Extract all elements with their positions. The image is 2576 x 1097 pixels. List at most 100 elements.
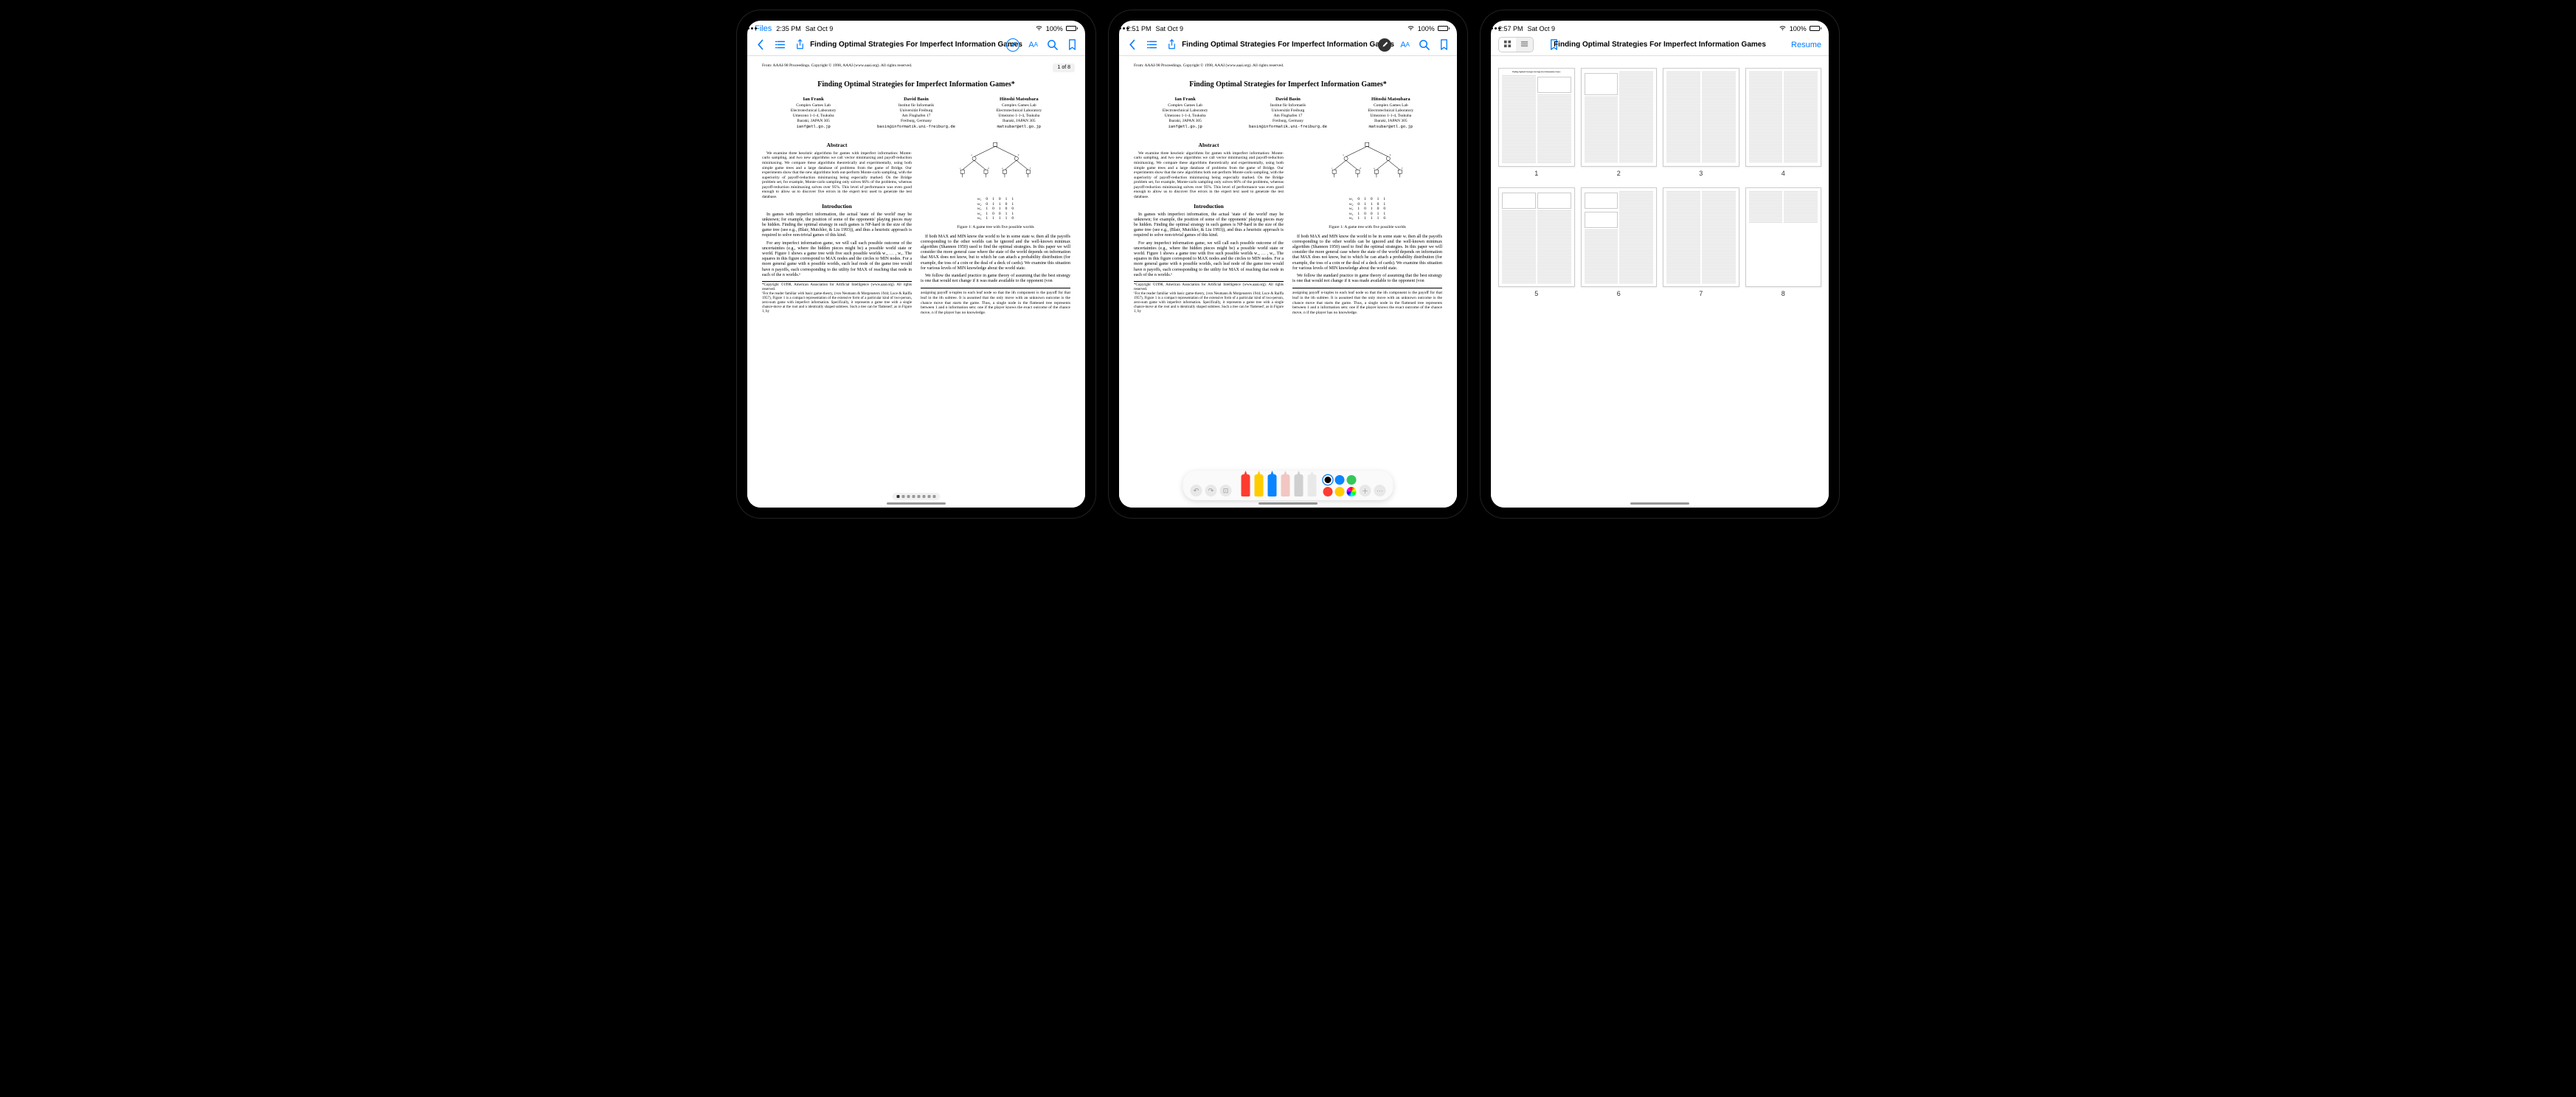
view-mode-segment[interactable] — [1498, 37, 1534, 52]
svg-text:c: c — [960, 167, 961, 170]
grid-view-option[interactable] — [1499, 38, 1516, 52]
battery-pct: 100% — [1418, 25, 1435, 32]
highlighter-tool[interactable] — [1255, 474, 1264, 496]
svg-text:c: c — [1332, 167, 1333, 170]
page-thumbnail[interactable]: 4 — [1745, 68, 1822, 177]
home-indicator[interactable] — [887, 502, 946, 505]
color-yellow[interactable] — [1335, 487, 1345, 496]
color-picker[interactable] — [1347, 487, 1357, 496]
screen: Files 2:35 PM Sat Oct 9 100% Finding Opt… — [747, 21, 1085, 508]
resume-button[interactable]: Resume — [1791, 41, 1821, 49]
page-thumbnail[interactable]: 3 — [1663, 68, 1739, 177]
undo-button[interactable]: ↶ — [1191, 485, 1202, 496]
page-thumbnail[interactable]: 2 — [1581, 68, 1658, 177]
thumbnails-viewport[interactable]: Finding Optimal Strategies for Imperfect… — [1491, 56, 1829, 508]
toc-icon[interactable] — [1146, 39, 1157, 50]
svg-text:a: a — [1343, 153, 1344, 156]
status-time: 2:51 PM — [1126, 25, 1152, 32]
thumbnail-grid: Finding Optimal Strategies for Imperfect… — [1491, 56, 1829, 508]
page-thumbnail-scrubber[interactable] — [893, 493, 941, 500]
pdf-page: From: AAAI-98 Proceedings. Copyright © 1… — [1119, 56, 1457, 508]
markup-icon[interactable] — [1006, 38, 1019, 52]
status-bar: 2:57 PM Sat Oct 9 100% — [1491, 21, 1829, 34]
author-block: David Basin Institut für InformatikUnive… — [865, 97, 967, 130]
page-number: 1 — [1534, 170, 1538, 177]
add-annotation-button[interactable]: ＋ — [1360, 485, 1371, 496]
page-thumbnail[interactable]: Finding Optimal Strategies for Imperfect… — [1498, 68, 1575, 177]
back-button[interactable] — [755, 39, 766, 50]
page-number: 7 — [1699, 290, 1703, 297]
lasso-tool[interactable] — [1295, 474, 1303, 496]
battery-icon — [1810, 26, 1821, 31]
home-indicator[interactable] — [1258, 502, 1318, 505]
document-viewport[interactable]: From: AAAI-98 Proceedings. Copyright © 1… — [1119, 56, 1457, 508]
search-icon[interactable] — [1047, 39, 1058, 50]
color-palette — [1323, 475, 1357, 496]
color-red[interactable] — [1323, 487, 1333, 496]
ipad-device-3: 2:57 PM Sat Oct 9 100% Finding Optimal S… — [1481, 10, 1839, 518]
page-number: 2 — [1617, 170, 1621, 177]
textsize-icon[interactable]: AA — [1400, 41, 1410, 49]
paper-left-column: Abstract We examine three heuristic algo… — [762, 139, 912, 318]
ipad-device-2: 2:51 PM Sat Oct 9 100% Finding Optimal S… — [1109, 10, 1467, 518]
svg-text:a: a — [971, 153, 972, 156]
page-thumbnail[interactable]: 8 — [1745, 187, 1822, 297]
svg-text:b: b — [1390, 153, 1391, 156]
toolbar: Finding Optimal Strategies For Imperfect… — [747, 34, 1085, 56]
author-block: Ian Frank Complex Games LabElectrotechni… — [762, 97, 865, 130]
bookmark-icon[interactable] — [1067, 39, 1078, 50]
markup-toolbar: ↶ ↷ ⊡ ＋ ⋯ — [1183, 471, 1393, 500]
list-view-option[interactable] — [1516, 38, 1533, 52]
page-number: 5 — [1534, 290, 1538, 297]
page-thumbnail[interactable]: 6 — [1581, 187, 1658, 297]
share-icon[interactable] — [1166, 39, 1177, 50]
toolbar: Finding Optimal Strategies For Imperfect… — [1119, 34, 1457, 56]
page-indicator: 1 of 8 — [1053, 63, 1075, 72]
figure-1: a b c d e f — [921, 142, 1070, 230]
author-block: Hitoshi Matsubara Complex Games LabElect… — [968, 97, 1070, 130]
back-button[interactable] — [1126, 39, 1138, 50]
search-icon[interactable] — [1419, 39, 1430, 50]
eraser-tool[interactable] — [1281, 474, 1290, 496]
status-bar: 2:51 PM Sat Oct 9 100% — [1119, 21, 1457, 34]
payoff-matrix: w₁01011w₂01101w₃10100w₄10011w₅11110 — [975, 197, 1016, 221]
ruler-tool[interactable] — [1308, 474, 1317, 496]
battery-pct: 100% — [1790, 25, 1807, 32]
object-select-button[interactable]: ⊡ — [1220, 485, 1232, 496]
page-thumbnail[interactable]: 7 — [1663, 187, 1739, 297]
proceedings-line: From: AAAI-98 Proceedings. Copyright © 1… — [762, 63, 1070, 69]
share-icon[interactable] — [794, 39, 806, 50]
battery-icon — [1066, 26, 1078, 31]
markup-icon-active[interactable] — [1378, 38, 1391, 52]
back-app-label[interactable]: Files — [755, 24, 772, 33]
wifi-icon — [1779, 25, 1787, 32]
wifi-icon — [1407, 25, 1415, 32]
color-black[interactable] — [1323, 475, 1333, 485]
home-indicator[interactable] — [1630, 502, 1689, 505]
bookmark-icon[interactable] — [1548, 39, 1559, 50]
status-bar: Files 2:35 PM Sat Oct 9 100% — [747, 21, 1085, 34]
svg-text:f: f — [1402, 167, 1404, 170]
redo-button[interactable]: ↷ — [1205, 485, 1217, 496]
page-number: 8 — [1782, 290, 1785, 297]
page-number: 3 — [1699, 170, 1703, 177]
pencil-tool[interactable] — [1268, 474, 1277, 496]
svg-text:e: e — [1002, 167, 1003, 170]
pen-tool[interactable] — [1242, 474, 1250, 496]
page-thumbnail[interactable]: 5 — [1498, 187, 1575, 297]
more-button[interactable]: ⋯ — [1374, 485, 1386, 496]
document-viewport[interactable]: 1 of 8 From: AAAI-98 Proceedings. Copyri… — [747, 56, 1085, 508]
page-number: 6 — [1617, 290, 1621, 297]
color-blue[interactable] — [1335, 475, 1345, 485]
paper-title: Finding Optimal Strategies for Imperfect… — [762, 80, 1070, 89]
color-green[interactable] — [1347, 475, 1357, 485]
status-date: Sat Oct 9 — [806, 25, 834, 32]
ipad-device-1: Files 2:35 PM Sat Oct 9 100% Finding Opt… — [737, 10, 1095, 518]
svg-text:d: d — [1360, 167, 1361, 170]
textsize-icon[interactable]: AA — [1028, 41, 1038, 49]
bookmark-icon[interactable] — [1438, 39, 1450, 50]
status-date: Sat Oct 9 — [1156, 25, 1184, 32]
toc-icon[interactable] — [775, 39, 786, 50]
status-time: 2:57 PM — [1498, 25, 1523, 32]
svg-text:b: b — [1018, 153, 1019, 156]
